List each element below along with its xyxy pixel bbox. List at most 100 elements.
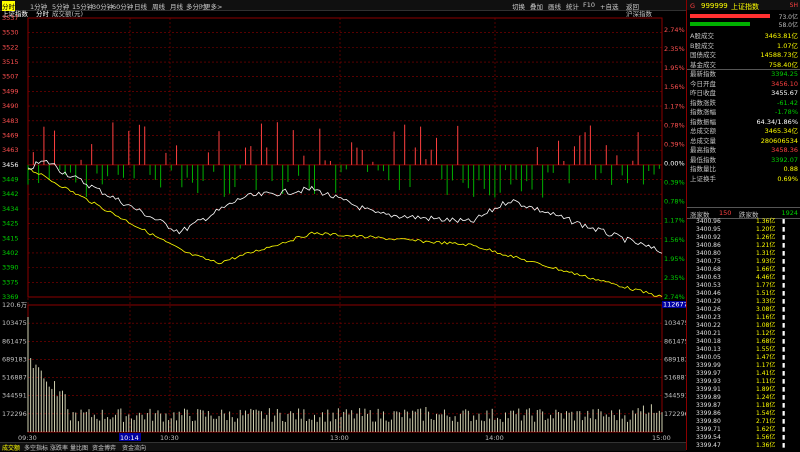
tick-price: 3400.21 bbox=[696, 330, 721, 337]
stat-row: 指数振幅 64.34/1.86% bbox=[690, 118, 798, 126]
tick-price: 3400.86 bbox=[696, 242, 721, 249]
tick-amount: 4.46亿 bbox=[756, 274, 776, 281]
stat-value: 1.07亿 bbox=[777, 41, 798, 50]
tick-row: 3400.46 1.51亿 ▮ bbox=[690, 290, 798, 298]
tick-bar-icon: ▮ bbox=[782, 290, 786, 297]
tick-row: 3400.92 1.26亿 ▮ bbox=[690, 234, 798, 242]
volume-tick: 172296 bbox=[2, 410, 27, 418]
stat-label: 国债成交 bbox=[690, 51, 716, 59]
stat-value: 3394.25 bbox=[771, 70, 798, 78]
tick-price: 3399.54 bbox=[696, 434, 721, 441]
tick-row: 3399.89 1.24亿 ▮ bbox=[690, 394, 798, 402]
volume-tick: 689183 bbox=[2, 355, 27, 363]
indicator-tab-0[interactable]: 成交额 bbox=[2, 443, 20, 452]
tick-bar-icon: ▮ bbox=[782, 370, 786, 377]
tick-bar-icon: ▮ bbox=[782, 226, 786, 233]
indicator-tab-4[interactable]: 资金博弈 bbox=[92, 443, 116, 452]
stat-label: 最新指数 bbox=[690, 70, 716, 78]
tick-price: 3400.68 bbox=[696, 266, 721, 273]
price-tick: 3390 bbox=[2, 264, 19, 272]
stat-label: 指数涨幅 bbox=[690, 108, 716, 116]
tick-bar-icon: ▮ bbox=[782, 250, 786, 257]
tick-price: 3400.53 bbox=[696, 282, 721, 289]
tick-row: 3400.96 1.36亿 ▮ bbox=[690, 218, 798, 226]
price-tick: 3515 bbox=[2, 58, 19, 66]
tick-amount: 1.36亿 bbox=[756, 218, 776, 225]
stat-row: 指数涨跌 -61.42 bbox=[690, 99, 798, 107]
indicator-tab-5[interactable]: 资金流向 bbox=[122, 443, 146, 452]
stat-label: 总成交量 bbox=[690, 136, 716, 145]
toolbar-button-4[interactable]: F10 bbox=[583, 1, 595, 9]
tick-row: 3399.54 1.56亿 ▮ bbox=[690, 434, 798, 442]
tick-amount: 2.71亿 bbox=[756, 418, 776, 425]
tick-bar-icon: ▮ bbox=[782, 410, 786, 417]
tick-row: 3400.13 1.55亿 ▮ bbox=[690, 346, 798, 354]
time-tick: 14:00 bbox=[485, 434, 504, 442]
stat-row: 基金成交 758.40亿 bbox=[690, 61, 798, 69]
tick-amount: 1.51亿 bbox=[756, 290, 776, 297]
tick-bar-icon: ▮ bbox=[782, 218, 786, 225]
chart-svg: 上证指数 分时 成交额(元) 沪深指数353735303522351535073499… bbox=[2, 9, 690, 442]
indicator-tab-3[interactable]: 量比图 bbox=[70, 443, 88, 452]
tick-bar-icon: ▮ bbox=[782, 354, 786, 361]
tick-amount: 1.93亿 bbox=[756, 258, 776, 265]
down-count: 1924 bbox=[781, 209, 798, 217]
tick-amount: 1.08亿 bbox=[756, 322, 776, 329]
volume-tick: 344591 bbox=[2, 392, 27, 400]
pct-tick: 0.78% bbox=[664, 121, 685, 129]
index-name: 上证指数 bbox=[731, 3, 759, 11]
tick-bar-icon: ▮ bbox=[782, 266, 786, 273]
tick-price: 3400.29 bbox=[696, 298, 721, 305]
indicator-tab-2[interactable]: 涨跌率 bbox=[50, 443, 68, 452]
tick-bar-icon: ▮ bbox=[782, 426, 786, 433]
tick-row: 3399.71 1.62亿 ▮ bbox=[690, 426, 798, 434]
tick-row: 3399.99 1.17亿 ▮ bbox=[690, 362, 798, 370]
tick-row: 3400.75 1.93亿 ▮ bbox=[690, 258, 798, 266]
volume-tick-right: 344591 bbox=[664, 392, 686, 400]
stat-value: 3458.36 bbox=[771, 146, 798, 154]
tick-price: 3399.87 bbox=[696, 402, 721, 409]
tick-amount: 1.47亿 bbox=[756, 354, 776, 361]
tick-row: 3399.97 1.41亿 ▮ bbox=[690, 370, 798, 378]
sell-power-value: 58.0亿 bbox=[778, 22, 798, 29]
tick-price: 3400.96 bbox=[696, 218, 721, 225]
indicator-tab-1[interactable]: 多空指标 bbox=[24, 443, 48, 452]
tick-amount: 1.18亿 bbox=[756, 402, 776, 409]
stat-label: 指数量比 bbox=[690, 165, 716, 173]
price-tick: 3522 bbox=[2, 43, 19, 51]
quote-flag-icon: G bbox=[690, 2, 696, 10]
price-tick: 3402 bbox=[2, 249, 19, 257]
tick-row: 3400.29 1.33亿 ▮ bbox=[690, 298, 798, 306]
tick-price: 3400.22 bbox=[696, 322, 721, 329]
stat-value: -1.78% bbox=[775, 108, 798, 116]
tick-row: 3400.53 1.77亿 ▮ bbox=[690, 282, 798, 290]
time-tick: 09:30 bbox=[18, 434, 37, 442]
stat-row: B股成交 1.07亿 bbox=[690, 42, 798, 50]
tick-bar-icon: ▮ bbox=[782, 306, 786, 313]
tick-row: 3400.23 1.16亿 ▮ bbox=[690, 314, 798, 322]
stat-label: B股成交 bbox=[690, 41, 714, 50]
tick-row: 3400.86 1.21亿 ▮ bbox=[690, 242, 798, 250]
stat-value: 3456.10 bbox=[771, 79, 798, 88]
tick-price: 3399.71 bbox=[696, 426, 721, 433]
tick-bar-icon: ▮ bbox=[782, 442, 786, 449]
pct-tick: 2.74% bbox=[664, 26, 685, 34]
tick-bar-icon: ▮ bbox=[782, 362, 786, 369]
tick-price: 3399.99 bbox=[696, 362, 721, 369]
pct-tick: 1.95% bbox=[664, 255, 685, 263]
tick-amount: 1.26亿 bbox=[756, 234, 776, 241]
tick-price: 3399.89 bbox=[696, 394, 721, 401]
price-tick: 3499 bbox=[2, 87, 19, 95]
tick-amount: 3.08亿 bbox=[756, 306, 776, 313]
intraday-chart[interactable]: 上证指数 分时 成交额(元) 沪深指数 3537 3530 3522 3515 3507 3499… bbox=[0, 9, 690, 442]
stat-row: 昨日收盘 3455.67 bbox=[690, 89, 798, 97]
avg-price-line bbox=[27, 168, 663, 297]
tick-price: 3400.46 bbox=[696, 290, 721, 297]
tick-amount: 1.66亿 bbox=[756, 266, 776, 273]
tick-row: 3399.93 1.11亿 ▮ bbox=[690, 378, 798, 386]
quote-panel: G 999999 上证指数 SH 73.0亿 58.0亿 A股成交 3463.81… bbox=[686, 0, 800, 450]
volume-tick: 516887 bbox=[2, 374, 27, 382]
volume-tick: 120.6万 bbox=[2, 301, 28, 309]
stat-value: 0.88 bbox=[783, 165, 798, 173]
price-tick: 3415 bbox=[2, 234, 19, 242]
